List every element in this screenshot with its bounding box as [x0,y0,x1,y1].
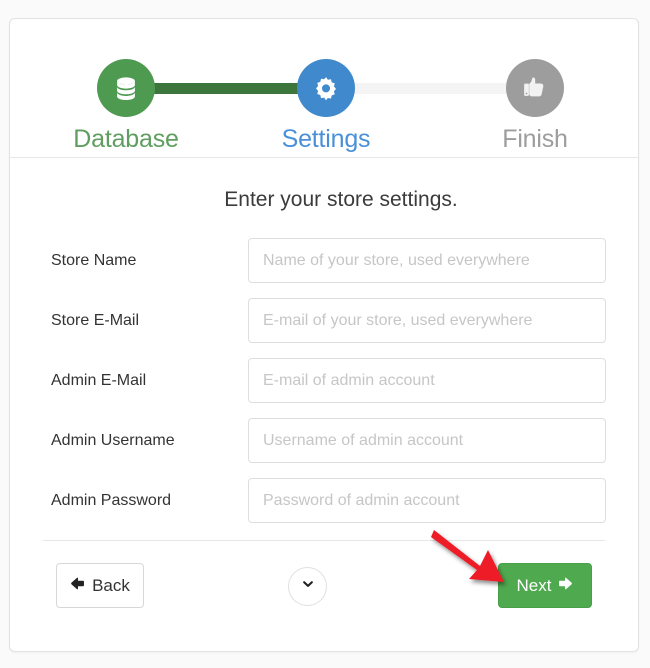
form-row-store-name: Store Name [42,238,606,283]
wizard-step-settings[interactable]: Settings [266,59,386,154]
wizard-step-finish[interactable]: Finish [475,59,595,154]
label-store-email: Store E-Mail [42,312,248,330]
wizard-step-label-database: Database [66,124,186,154]
arrow-right-icon [558,576,573,596]
settings-step-bubble[interactable] [297,59,355,117]
label-admin-password: Admin Password [42,492,248,510]
finish-step-bubble[interactable] [506,59,564,117]
database-icon [111,73,141,103]
store-email-input[interactable] [248,298,606,343]
next-button-label: Next [517,576,552,596]
form-row-store-email: Store E-Mail [42,298,606,343]
wizard-body: Enter your store settings. Store Name St… [10,158,638,633]
thumbs-up-icon [521,74,549,102]
database-step-bubble[interactable] [97,59,155,117]
wizard-step-label-settings: Settings [266,124,386,154]
setup-wizard-card: Database Settings [9,18,639,652]
form-heading: Enter your store settings. [42,188,606,212]
wizard-step-database[interactable]: Database [66,59,186,154]
wizard-step-label-finish: Finish [475,124,595,154]
form-row-admin-username: Admin Username [42,418,606,463]
label-admin-username: Admin Username [42,432,248,450]
admin-username-input[interactable] [248,418,606,463]
chevron-down-icon [301,577,315,596]
label-admin-email: Admin E-Mail [42,372,248,390]
gear-icon [312,74,340,102]
wizard-stepper: Database Settings [10,19,638,158]
form-row-admin-email: Admin E-Mail [42,358,606,403]
admin-password-input[interactable] [248,478,606,523]
back-button-label: Back [92,576,130,596]
admin-email-input[interactable] [248,358,606,403]
collapse-toggle-button[interactable] [288,567,327,606]
back-button[interactable]: Back [56,563,144,608]
label-store-name: Store Name [42,252,248,270]
wizard-footer: Back Next [42,541,606,633]
store-name-input[interactable] [248,238,606,283]
form-row-admin-password: Admin Password [42,478,606,523]
arrow-left-icon [70,576,85,596]
next-button[interactable]: Next [498,563,592,608]
